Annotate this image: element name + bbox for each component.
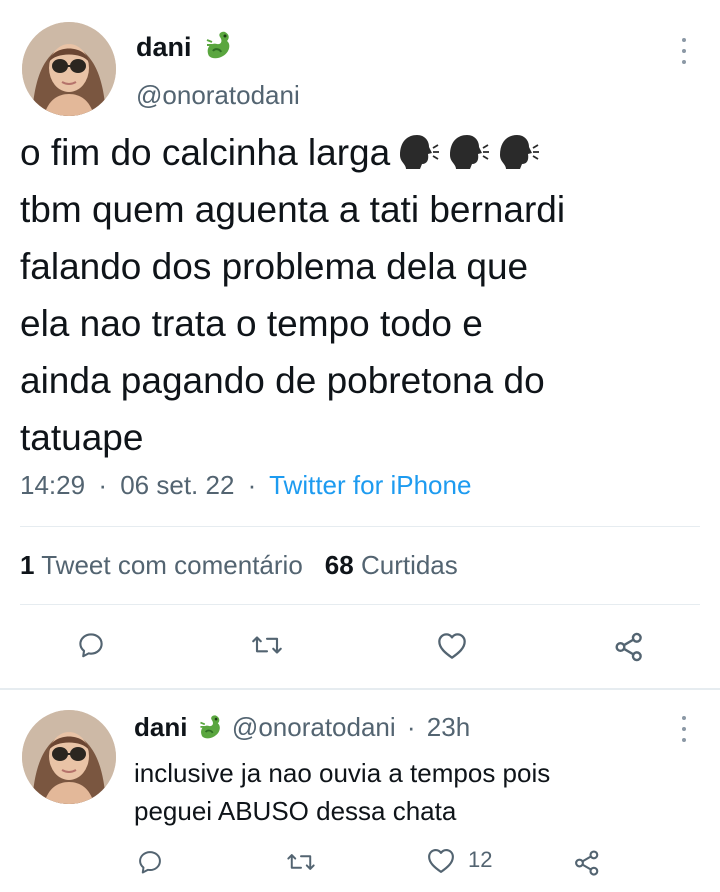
reply-icon <box>79 633 103 658</box>
divider <box>20 604 700 605</box>
reply-share-button[interactable] <box>572 848 602 878</box>
dragon-emoji <box>203 28 233 67</box>
reply-like-button[interactable]: 12 <box>426 846 492 874</box>
reply-time[interactable]: 23h <box>427 712 470 742</box>
meta-separator: · <box>247 470 257 500</box>
retweet-icon <box>287 854 315 870</box>
avatar[interactable] <box>22 22 116 116</box>
speaking-head-emojis <box>396 131 540 171</box>
tweet-time[interactable]: 14:29 <box>20 470 85 500</box>
speaking-head-emoji <box>450 135 490 169</box>
reply-like-count: 12 <box>468 847 493 872</box>
main-tweet: dani @onoratodani o fim do calcinha larg… <box>0 0 720 688</box>
tweet-date[interactable]: 06 set. 22 <box>120 470 234 500</box>
tweet-source-link[interactable]: Twitter for iPhone <box>269 470 471 500</box>
speaking-head-emoji <box>400 135 440 169</box>
tweet-line: falando dos problema dela que <box>20 246 529 287</box>
likes-label: Curtidas <box>360 550 458 580</box>
share-icon <box>575 850 599 876</box>
quote-tweets-stat[interactable]: 1 Tweet com comentário <box>20 550 303 580</box>
reply-line: peguei ABUSO dessa chata <box>134 796 457 826</box>
reply-author-handle[interactable]: @onoratodani <box>232 712 396 742</box>
thread-divider <box>0 688 720 690</box>
dragon-emoji <box>197 712 223 747</box>
meta-separator: · <box>406 712 416 742</box>
reply-text: inclusive ja nao ouvia a tempos pois peg… <box>134 754 694 830</box>
reply-header: dani @onoratodani · 23h <box>134 712 470 747</box>
more-options-icon[interactable] <box>679 38 689 64</box>
reply-avatar[interactable] <box>22 710 116 804</box>
reply-button[interactable] <box>76 630 106 660</box>
quote-label: Tweet com comentário <box>41 550 303 580</box>
like-icon <box>428 848 454 873</box>
reply-more-options-icon[interactable] <box>679 716 689 742</box>
like-button[interactable] <box>436 630 468 660</box>
share-button[interactable] <box>612 630 646 664</box>
reply-author-name[interactable]: dani <box>134 712 187 742</box>
retweet-button[interactable] <box>250 630 284 660</box>
likes-stat[interactable]: 68 Curtidas <box>325 550 458 580</box>
reply-icon <box>139 851 161 874</box>
likes-count: 68 <box>324 550 354 580</box>
reply-retweet-button[interactable] <box>286 848 316 876</box>
tweet-text: o fim do calcinha larga tbm quem aguenta… <box>20 124 700 466</box>
avatar-image <box>22 22 116 116</box>
author-name-row[interactable]: dani <box>136 28 233 67</box>
speaking-head-emoji <box>500 135 540 169</box>
reply-reply-button[interactable] <box>136 848 164 876</box>
tweet-line: o fim do calcinha larga <box>20 124 700 181</box>
tweet-line: tbm quem aguenta a tati bernardi <box>20 189 566 230</box>
meta-separator: · <box>98 470 107 500</box>
author-name[interactable]: dani <box>136 32 192 62</box>
share-icon <box>615 632 642 662</box>
reply-line: inclusive ja nao ouvia a tempos pois <box>134 758 551 788</box>
tweet-line: tatuape <box>20 417 144 458</box>
tweet-meta: 14:29 · 06 set. 22 · Twitter for iPhone <box>20 470 471 501</box>
like-icon <box>438 633 466 659</box>
tweet-stats: 1 Tweet com comentário 68 Curtidas <box>20 550 458 581</box>
avatar-image <box>22 710 116 804</box>
divider <box>20 526 700 527</box>
retweet-icon <box>252 636 282 654</box>
quote-count: 1 <box>20 550 35 580</box>
tweet-line: ainda pagando de pobretona do <box>20 360 545 401</box>
tweet-line: ela nao trata o tempo todo e <box>20 303 483 344</box>
author-handle[interactable]: @onoratodani <box>136 80 300 111</box>
